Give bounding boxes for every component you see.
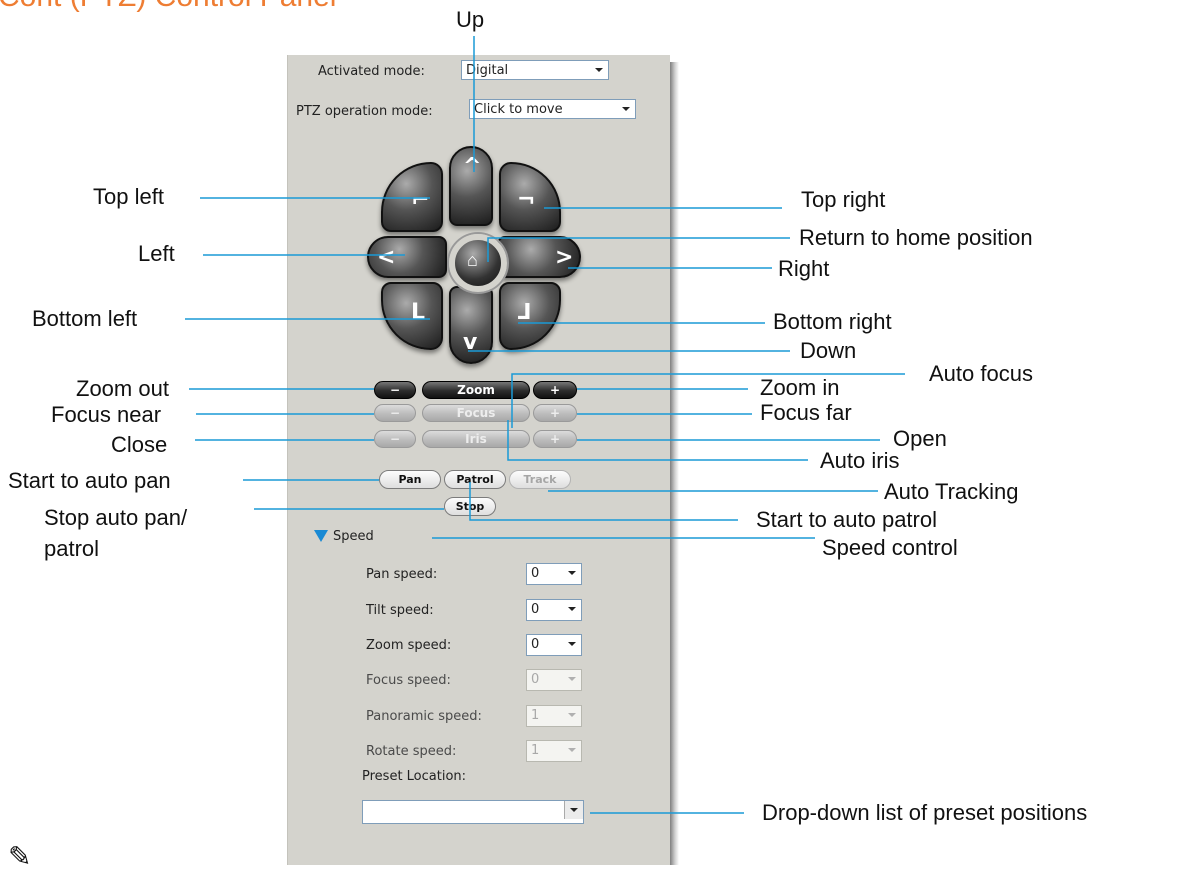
callout-auto-patrol (469, 482, 738, 521)
annotation-top-right: Top right (801, 187, 886, 212)
annotation-auto-patrol: Start to auto patrol (756, 507, 937, 532)
annotation-stop-line1: Stop auto pan/ (44, 505, 188, 530)
annotation-home: Return to home position (799, 225, 1033, 250)
annotation-zoom-out: Zoom out (76, 376, 169, 401)
annotation-speed-control: Speed control (822, 535, 958, 560)
annotation-down: Down (800, 338, 857, 363)
callout-home (487, 237, 790, 262)
annotation-open: Open (893, 426, 947, 451)
annotation-zoom-in: Zoom in (760, 375, 840, 400)
annotation-preset-list: Drop-down list of preset positions (762, 800, 1088, 825)
annotation-left: Left (138, 241, 175, 266)
annotation-right: Right (778, 256, 830, 281)
note-icon: ✎ (8, 841, 32, 872)
annotation-focus-far: Focus far (760, 400, 852, 425)
annotation-stop-line2: patrol (44, 536, 100, 561)
annotation-focus-near: Focus near (51, 402, 162, 427)
annotation-close: Close (111, 432, 168, 457)
annotation-bottom-right: Bottom right (773, 309, 892, 334)
annotation-auto-pan: Start to auto pan (8, 468, 171, 493)
annotation-up: Up (456, 7, 485, 32)
callout-lines (185, 36, 905, 814)
annotation-bottom-left: Bottom left (32, 306, 138, 331)
annotation-auto-focus: Auto focus (929, 361, 1033, 386)
annotation-top-left: Top left (93, 184, 164, 209)
annotation-auto-iris: Auto iris (820, 448, 900, 473)
annotation-auto-tracking: Auto Tracking (884, 479, 1019, 504)
